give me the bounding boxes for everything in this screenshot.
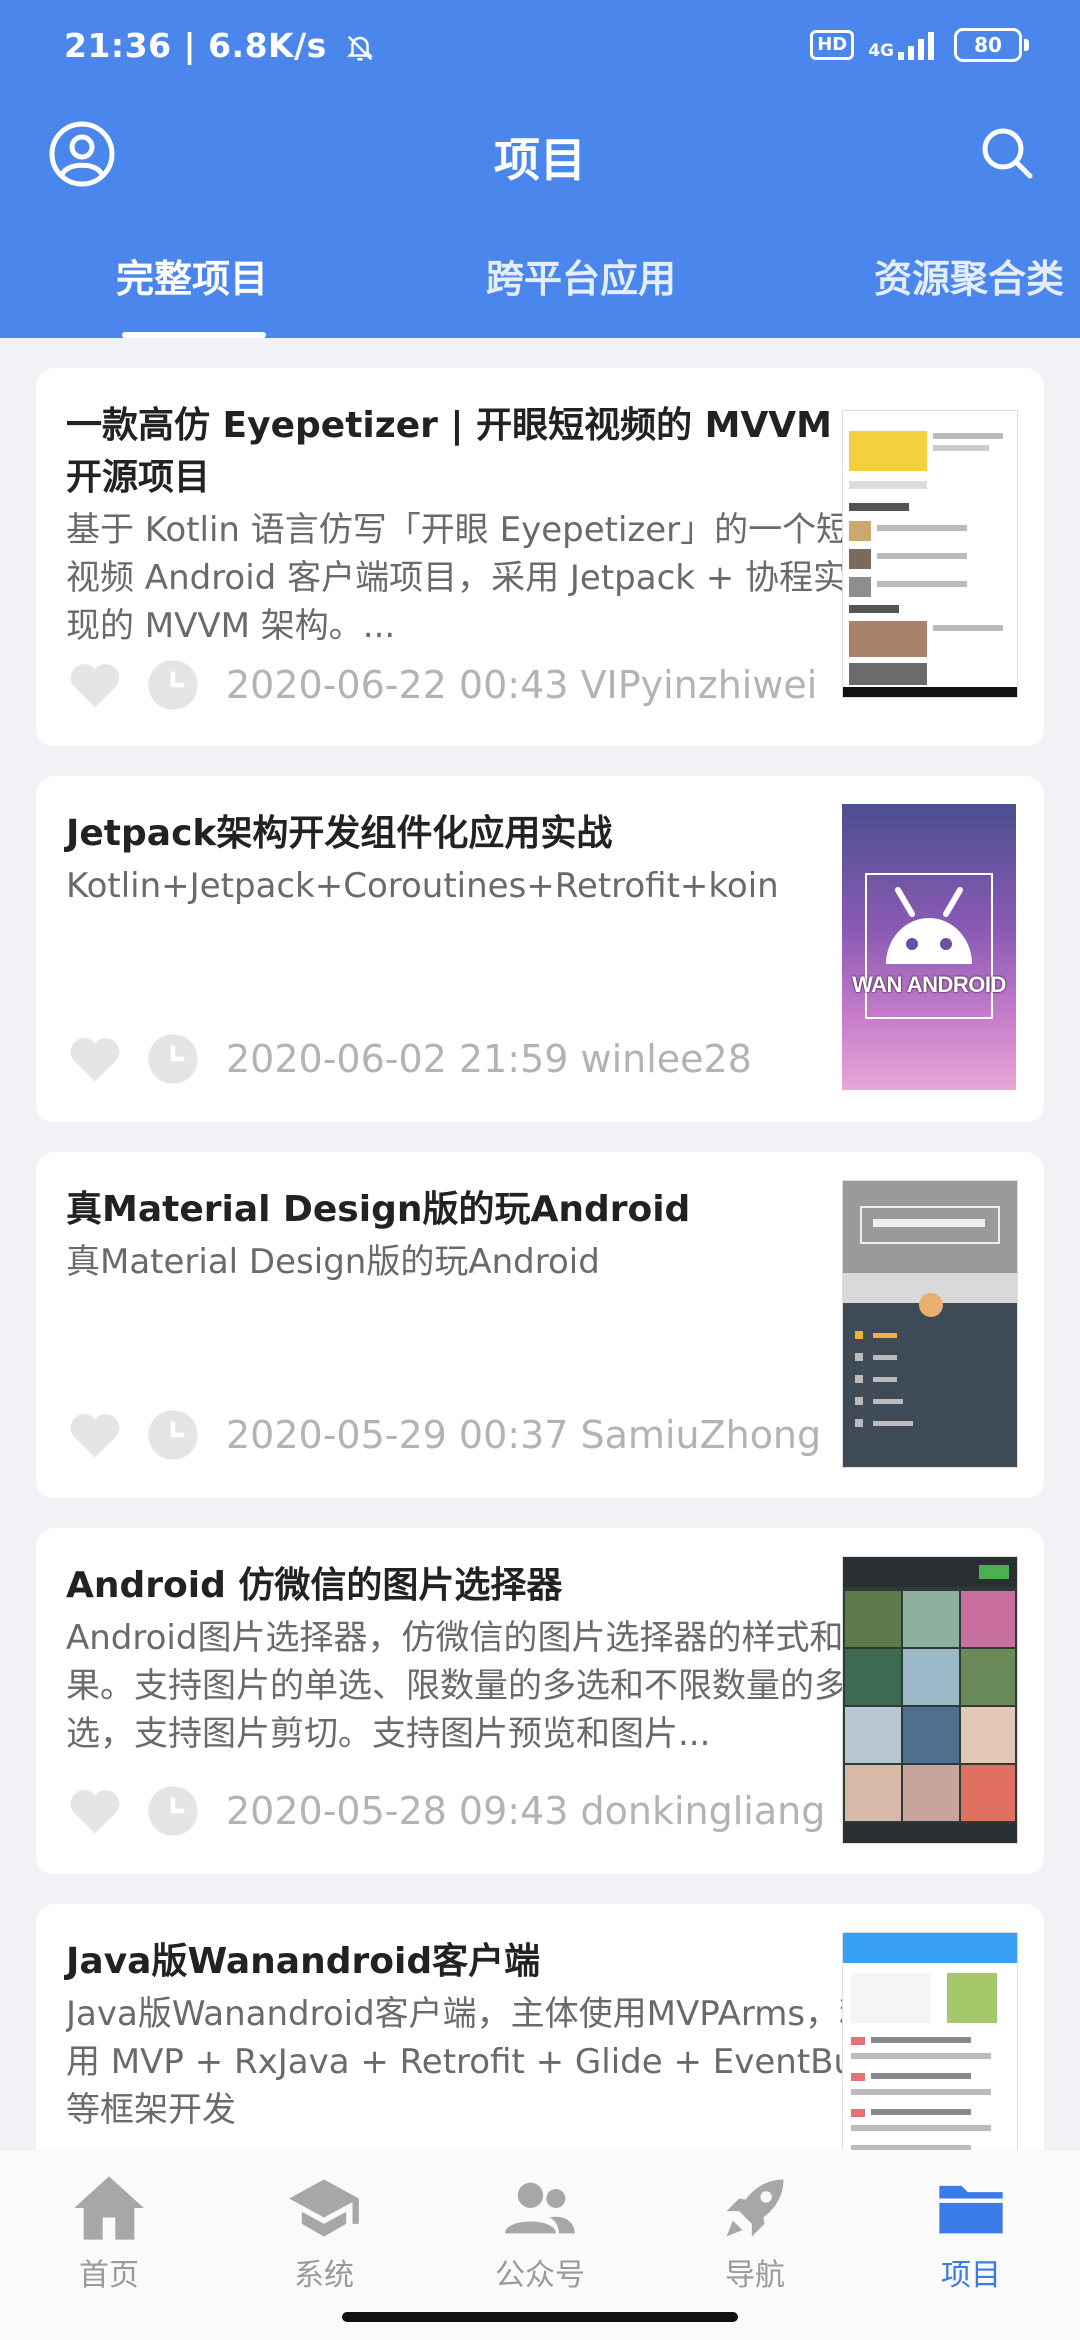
project-card[interactable]: 一款高仿 Eyepetizer | 开眼短视频的 MVVM 开源项目 基于 Ko… bbox=[36, 368, 1044, 746]
project-thumbnail bbox=[842, 1932, 1018, 2162]
people-icon bbox=[505, 2182, 575, 2234]
project-thumbnail: WAN ANDROID bbox=[842, 804, 1016, 1090]
nav-projects-label: 项目 bbox=[941, 2258, 1001, 2293]
nav-system[interactable]: 系统 bbox=[249, 2170, 399, 2294]
clock-icon bbox=[148, 1034, 198, 1084]
project-meta: 2020-05-29 00:37 SamiuZhong bbox=[68, 1408, 821, 1462]
app-bar: 21:36 | 6.8K/s HD 4G 80 项目 完整项目 跨平台应用 资源… bbox=[0, 0, 1080, 338]
clock-icon bbox=[148, 1786, 198, 1836]
project-card[interactable]: 真Material Design版的玩Android 真Material Des… bbox=[36, 1152, 1044, 1498]
page-title: 项目 bbox=[494, 133, 586, 187]
hd-badge: HD bbox=[810, 30, 855, 60]
project-title: Java版Wanandroid客户端 bbox=[66, 1941, 541, 1982]
project-date-author: 2020-05-29 00:37 SamiuZhong bbox=[226, 1413, 822, 1457]
search-icon[interactable] bbox=[978, 124, 1036, 182]
project-card[interactable]: Jetpack架构开发组件化应用实战 Kotlin+Jetpack+Corout… bbox=[36, 776, 1044, 1122]
project-desc: Java版Wanandroid客户端，主体使用MVPArms，利用 MVP + … bbox=[66, 1994, 874, 2130]
nav-official-accounts[interactable]: 公众号 bbox=[465, 2170, 615, 2294]
project-date-author: 2020-06-02 21:59 winlee28 bbox=[226, 1037, 752, 1081]
project-tabs: 完整项目 跨平台应用 资源聚合类 bbox=[0, 240, 1080, 338]
tab-cross-platform[interactable]: 跨平台应用 bbox=[486, 248, 676, 303]
graduation-cap-icon bbox=[289, 2179, 359, 2237]
project-desc: Kotlin+Jetpack+Coroutines+Retrofit+koin bbox=[66, 866, 779, 906]
project-list: 一款高仿 Eyepetizer | 开眼短视频的 MVVM 开源项目 基于 Ko… bbox=[36, 368, 1044, 2194]
heart-icon[interactable] bbox=[68, 660, 122, 710]
heart-icon[interactable] bbox=[68, 1786, 122, 1836]
network-type: 4G bbox=[868, 41, 894, 61]
nav-projects[interactable]: 项目 bbox=[896, 2170, 1046, 2294]
nav-official-accounts-label: 公众号 bbox=[495, 2258, 585, 2293]
project-thumbnail bbox=[842, 410, 1018, 698]
folder-icon bbox=[939, 2185, 1003, 2234]
project-title: 一款高仿 Eyepetizer | 开眼短视频的 MVVM 开源项目 bbox=[66, 405, 832, 498]
title-bar: 项目 bbox=[0, 110, 1080, 198]
clock-icon bbox=[148, 660, 198, 710]
project-thumbnail bbox=[842, 1556, 1018, 1844]
project-card[interactable]: Java版Wanandroid客户端 Java版Wanandroid客户端，主体… bbox=[36, 1904, 1044, 2164]
nav-home[interactable]: 首页 bbox=[34, 2170, 184, 2294]
nav-navigation[interactable]: 导航 bbox=[680, 2170, 830, 2294]
nav-navigation-label: 导航 bbox=[725, 2258, 785, 2293]
rocket-icon bbox=[726, 2179, 784, 2237]
bell-muted-icon bbox=[346, 35, 373, 60]
network-indicator: 4G bbox=[868, 30, 940, 60]
project-desc: 真Material Design版的玩Android bbox=[66, 1242, 600, 1282]
nav-home-label: 首页 bbox=[79, 2258, 139, 2293]
project-card[interactable]: Android 仿微信的图片选择器 Android图片选择器，仿微信的图片选择器… bbox=[36, 1528, 1044, 1874]
status-right: HD 4G 80 bbox=[810, 28, 1029, 62]
tab-complete-projects[interactable]: 完整项目 bbox=[116, 248, 268, 303]
project-meta: 2020-06-02 21:59 winlee28 bbox=[68, 1032, 752, 1086]
project-meta: 2020-06-22 00:43 VIPyinzhiwei bbox=[68, 658, 817, 712]
project-title: Jetpack架构开发组件化应用实战 bbox=[66, 813, 613, 854]
project-title: Android 仿微信的图片选择器 bbox=[66, 1565, 563, 1606]
project-thumbnail bbox=[842, 1180, 1018, 1468]
project-date-author: 2020-06-22 00:43 VIPyinzhiwei bbox=[226, 663, 818, 707]
tab-resource-aggregation[interactable]: 资源聚合类 bbox=[874, 248, 1064, 303]
project-title: 真Material Design版的玩Android bbox=[66, 1189, 691, 1230]
battery-icon: 80 bbox=[954, 28, 1029, 62]
tab-indicator bbox=[122, 332, 266, 338]
heart-icon[interactable] bbox=[68, 1410, 122, 1460]
project-desc: Android图片选择器，仿微信的图片选择器的样式和效果。支持图片的单选、限数量… bbox=[66, 1618, 878, 1754]
status-bar: 21:36 | 6.8K/s HD 4G 80 bbox=[0, 0, 1080, 100]
project-meta: 2020-05-28 09:43 donkingliang bbox=[68, 1784, 825, 1838]
project-date-author: 2020-05-28 09:43 donkingliang bbox=[226, 1789, 826, 1833]
home-icon bbox=[74, 2176, 144, 2240]
clock-icon bbox=[148, 1410, 198, 1460]
thumbnail-caption: WAN ANDROID bbox=[852, 972, 1006, 997]
signal-icon bbox=[898, 32, 934, 60]
project-desc: 基于 Kotlin 语言仿写「开眼 Eyepetizer」的一个短视频 Andr… bbox=[66, 510, 851, 646]
status-left: 21:36 | 6.8K/s bbox=[64, 26, 375, 65]
battery-level: 80 bbox=[974, 33, 1002, 57]
status-time-speed: 21:36 | 6.8K/s bbox=[64, 26, 327, 65]
home-indicator[interactable] bbox=[342, 2312, 738, 2322]
heart-icon[interactable] bbox=[68, 1034, 122, 1084]
nav-system-label: 系统 bbox=[294, 2258, 354, 2293]
